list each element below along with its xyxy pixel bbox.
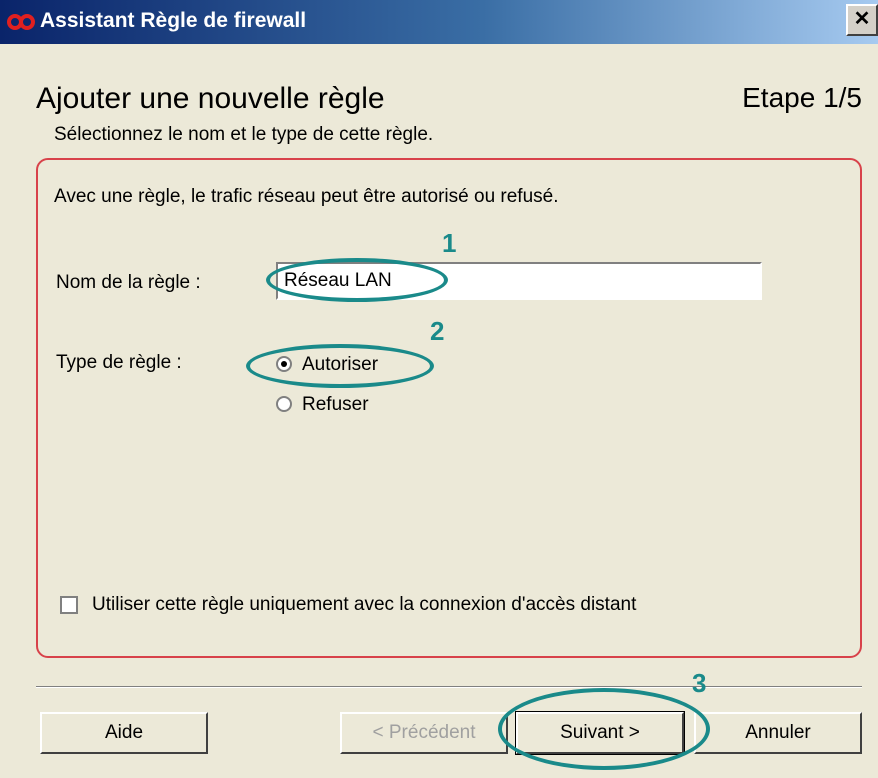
app-logo-icon — [7, 14, 35, 30]
window-title: Assistant Règle de firewall — [40, 9, 307, 32]
step-indicator: Etape 1/5 — [742, 82, 862, 113]
annotation-number-3: 3 — [692, 668, 707, 698]
rule-description: Avec une règle, le trafic réseau peut êt… — [54, 186, 559, 207]
help-button[interactable]: Aide — [40, 712, 208, 754]
rule-type-label: Type de règle : — [56, 352, 182, 373]
previous-button[interactable]: < Précédent — [340, 712, 508, 754]
close-button[interactable]: ✕ — [846, 4, 878, 36]
page-subtitle: Sélectionnez le nom et le type de cette … — [54, 124, 434, 145]
radio-allow-button[interactable] — [276, 356, 292, 372]
radio-allow-label[interactable]: Autoriser — [302, 354, 378, 376]
title-bar[interactable]: Assistant Règle de firewall ✕ — [0, 0, 878, 44]
button-separator — [36, 686, 862, 688]
remote-only-checkbox[interactable] — [60, 596, 78, 614]
radio-deny-label[interactable]: Refuser — [302, 394, 369, 416]
next-button[interactable]: Suivant > — [515, 711, 685, 755]
close-icon: ✕ — [853, 8, 871, 30]
firewall-rule-wizard-window: Assistant Règle de firewall ✕ Ajouter un… — [0, 0, 878, 778]
cancel-button[interactable]: Annuler — [694, 712, 862, 754]
annotation-number-1: 1 — [442, 228, 457, 258]
rule-name-label: Nom de la règle : — [56, 272, 201, 293]
rule-name-input[interactable] — [276, 262, 762, 300]
page-title: Ajouter une nouvelle règle — [36, 82, 385, 115]
annotation-number-2: 2 — [430, 316, 445, 346]
radio-deny-button[interactable] — [276, 396, 292, 412]
remote-only-label[interactable]: Utiliser cette règle uniquement avec la … — [92, 594, 636, 616]
